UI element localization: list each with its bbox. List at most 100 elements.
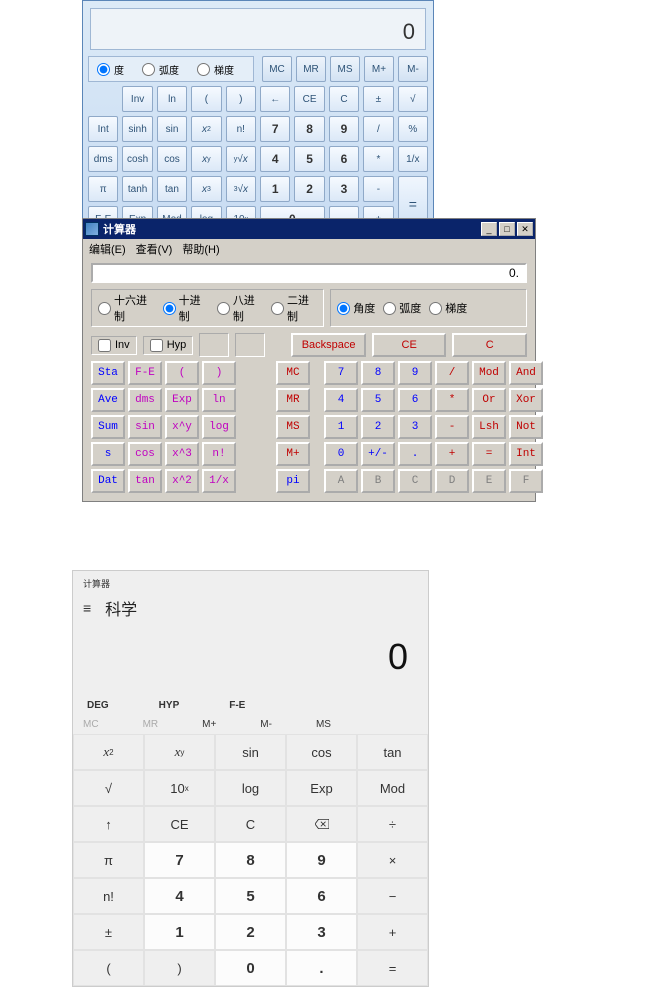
key-8[interactable]: 8: [361, 361, 395, 385]
key-log[interactable]: log: [202, 415, 236, 439]
key-↑[interactable]: ↑: [73, 806, 144, 842]
key-=[interactable]: =: [472, 442, 506, 466]
key-√[interactable]: √: [398, 86, 428, 112]
key-([interactable]: (: [73, 950, 144, 986]
key-5[interactable]: 5: [361, 388, 395, 412]
key-*[interactable]: *: [363, 146, 393, 172]
key-×[interactable]: ×: [357, 842, 428, 878]
key-Ave[interactable]: Ave: [91, 388, 125, 412]
key-sin[interactable]: sin: [157, 116, 187, 142]
key-ʸ√x[interactable]: y√x: [226, 146, 256, 172]
key-dms[interactable]: dms: [88, 146, 118, 172]
mc-button[interactable]: MC: [262, 56, 292, 82]
hyp-checkbox[interactable]: Hyp: [143, 336, 194, 355]
key-6[interactable]: 6: [329, 146, 359, 172]
key--[interactable]: -: [435, 415, 469, 439]
key-ln[interactable]: ln: [157, 86, 187, 112]
key-([interactable]: (: [165, 361, 199, 385]
key-x²[interactable]: x2: [191, 116, 221, 142]
key-±[interactable]: ±: [363, 86, 393, 112]
key-sinh[interactable]: sinh: [122, 116, 152, 142]
hamburger-icon[interactable]: ≡: [83, 600, 91, 616]
key-3[interactable]: 3: [329, 176, 359, 202]
key-s[interactable]: s: [91, 442, 125, 466]
key-0[interactable]: 0: [324, 442, 358, 466]
fe-button[interactable]: F-E: [229, 700, 245, 711]
base-hex[interactable]: 十六进制: [98, 292, 155, 324]
base-oct[interactable]: 八进制: [217, 292, 263, 324]
ms-button[interactable]: MS: [316, 719, 331, 730]
key-3[interactable]: 3: [286, 914, 357, 950]
key-8[interactable]: 8: [215, 842, 286, 878]
mplus-button[interactable]: M+: [364, 56, 394, 82]
key-)[interactable]: ): [144, 950, 215, 986]
key-sin[interactable]: sin: [215, 734, 286, 770]
key-cos[interactable]: cos: [128, 442, 162, 466]
key-n![interactable]: n!: [73, 878, 144, 914]
key-xʸ[interactable]: xy: [144, 734, 215, 770]
key-6[interactable]: 6: [286, 878, 357, 914]
key-x^3[interactable]: x^3: [165, 442, 199, 466]
angle-grad[interactable]: 梯度: [197, 61, 234, 77]
key-x²[interactable]: x2: [73, 734, 144, 770]
key-C[interactable]: C: [398, 469, 432, 493]
key-Int[interactable]: Int: [509, 442, 543, 466]
key-6[interactable]: 6: [398, 388, 432, 412]
key-dms[interactable]: dms: [128, 388, 162, 412]
key-³√x[interactable]: 3√x: [226, 176, 256, 202]
key-D[interactable]: D: [435, 469, 469, 493]
key-4[interactable]: 4: [260, 146, 290, 172]
key-1[interactable]: 1: [324, 415, 358, 439]
key-F[interactable]: F: [509, 469, 543, 493]
key-MR[interactable]: MR: [276, 388, 310, 412]
key-M+[interactable]: M+: [276, 442, 310, 466]
key-n![interactable]: n!: [226, 116, 256, 142]
key-.[interactable]: .: [286, 950, 357, 986]
key-cos[interactable]: cos: [286, 734, 357, 770]
key-Xor[interactable]: Xor: [509, 388, 543, 412]
key-8[interactable]: 8: [294, 116, 324, 142]
key-2[interactable]: 2: [294, 176, 324, 202]
key-0[interactable]: 0: [215, 950, 286, 986]
backspace-button[interactable]: Backspace: [291, 333, 366, 357]
mr-button[interactable]: MR: [296, 56, 326, 82]
key-Mod[interactable]: Mod: [472, 361, 506, 385]
key-⌫[interactable]: [286, 806, 357, 842]
key-x^2[interactable]: x^2: [165, 469, 199, 493]
key-5[interactable]: 5: [215, 878, 286, 914]
c-button[interactable]: C: [452, 333, 527, 357]
key-And[interactable]: And: [509, 361, 543, 385]
key-xʸ[interactable]: xy: [191, 146, 221, 172]
key-E[interactable]: E: [472, 469, 506, 493]
menu-help[interactable]: 帮助(H): [182, 241, 219, 257]
key-Int[interactable]: Int: [88, 116, 118, 142]
key-9[interactable]: 9: [329, 116, 359, 142]
mminus-button[interactable]: M-: [260, 719, 272, 730]
inv-checkbox[interactable]: Inv: [91, 336, 137, 355]
key-A[interactable]: A: [324, 469, 358, 493]
angle-deg[interactable]: 度: [97, 61, 124, 77]
key-5[interactable]: 5: [294, 146, 324, 172]
mplus-button[interactable]: M+: [202, 719, 216, 730]
hyp-button[interactable]: HYP: [159, 700, 180, 711]
key-inv[interactable]: Inv: [122, 86, 152, 112]
ms-button[interactable]: MS: [330, 56, 360, 82]
key-10ˣ[interactable]: 10x: [144, 770, 215, 806]
maximize-button[interactable]: □: [499, 222, 515, 236]
key-x^y[interactable]: x^y: [165, 415, 199, 439]
key-([interactable]: (: [191, 86, 221, 112]
key-Exp[interactable]: Exp: [286, 770, 357, 806]
mc-button[interactable]: MC: [83, 719, 99, 730]
key-cosh[interactable]: cosh: [122, 146, 152, 172]
base-bin[interactable]: 二进制: [271, 292, 317, 324]
key-2[interactable]: 2: [215, 914, 286, 950]
key-.[interactable]: .: [398, 442, 432, 466]
key-Sum[interactable]: Sum: [91, 415, 125, 439]
key-*[interactable]: *: [435, 388, 469, 412]
key-1/x[interactable]: 1/x: [398, 146, 428, 172]
key-±[interactable]: ±: [73, 914, 144, 950]
key-Mod[interactable]: Mod: [357, 770, 428, 806]
key-7[interactable]: 7: [260, 116, 290, 142]
key-π[interactable]: π: [73, 842, 144, 878]
key-9[interactable]: 9: [286, 842, 357, 878]
